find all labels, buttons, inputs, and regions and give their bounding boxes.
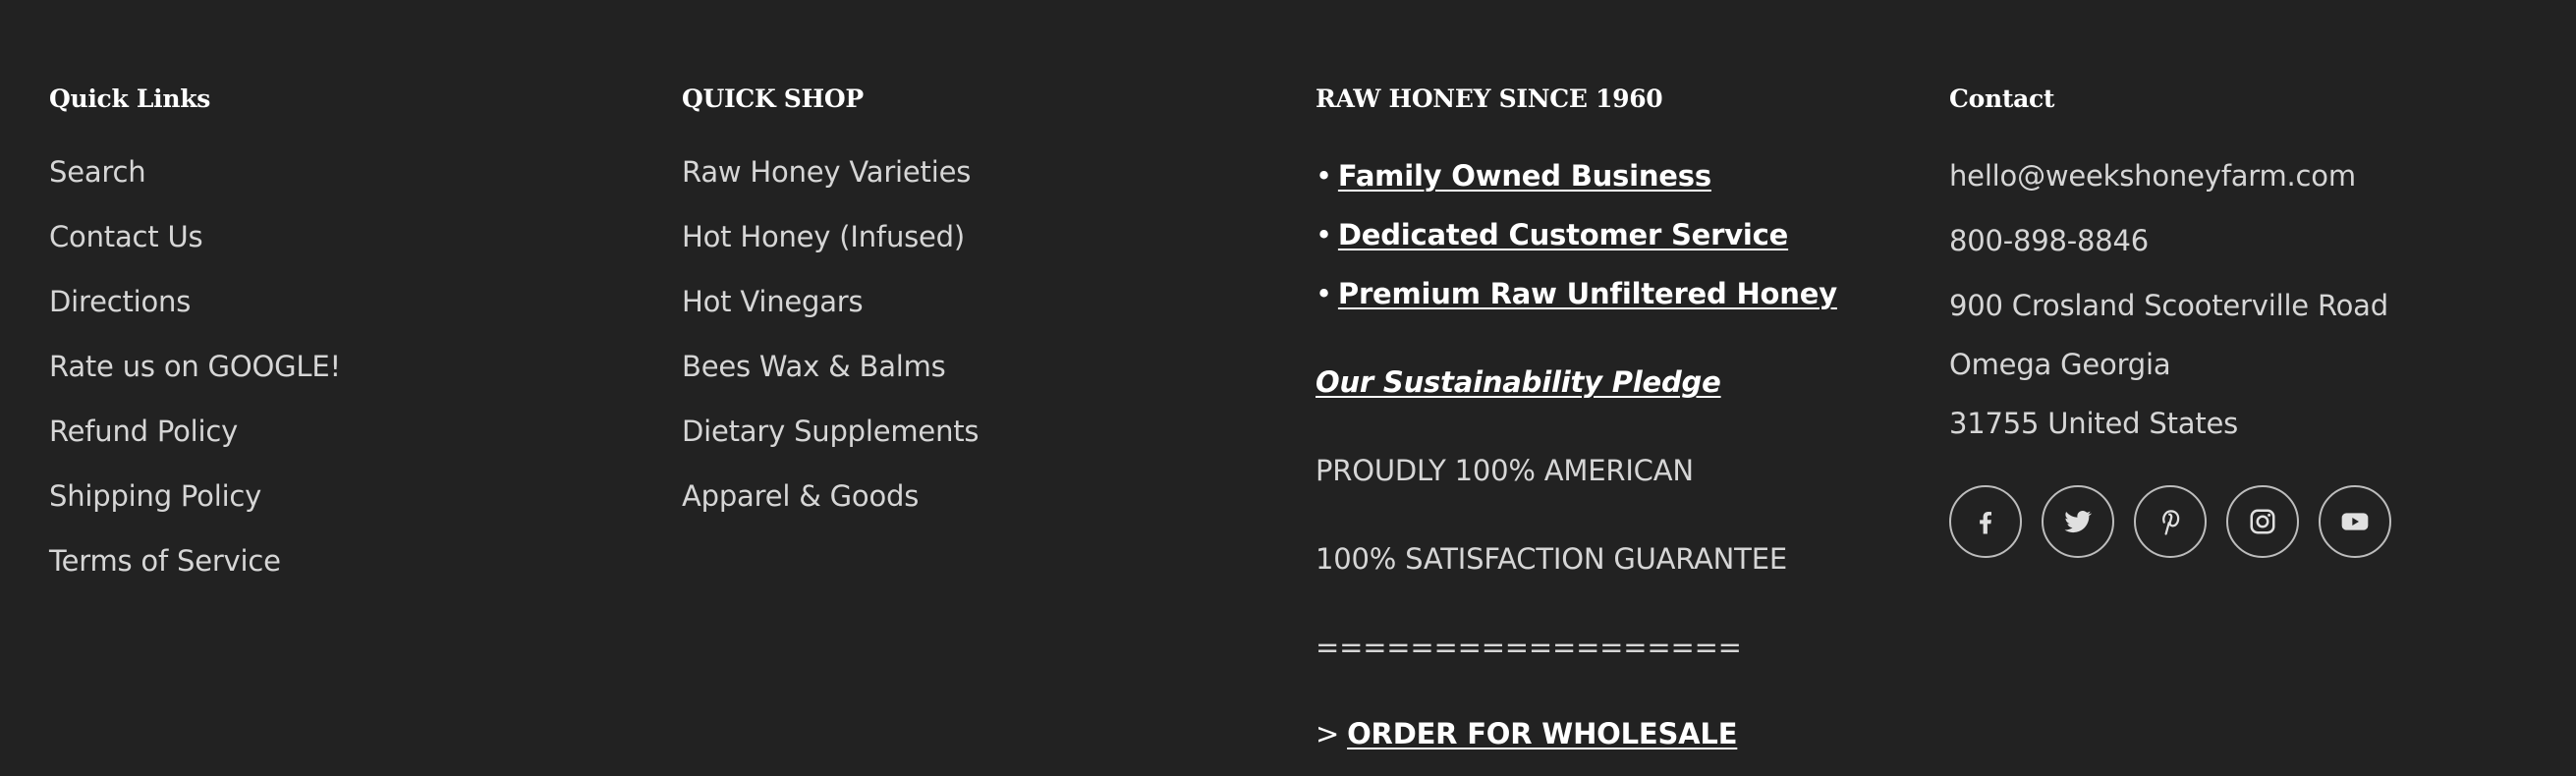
contact-us-link[interactable]: Contact Us — [49, 220, 203, 253]
quick-links-column: Quick Links Search Contact Us Directions… — [49, 83, 639, 578]
bullet-dot: • — [1316, 277, 1332, 310]
address-line-1: 900 Crosland Scooterville Road — [1949, 289, 2388, 322]
bees-wax-balms-link[interactable]: Bees Wax & Balms — [682, 350, 946, 383]
phone-link[interactable]: 800-898-8846 — [1949, 224, 2149, 257]
list-item: Apparel & Goods — [682, 479, 979, 544]
pledge-row: Our Sustainability Pledge — [1316, 365, 1721, 399]
list-item: Raw Honey Varieties — [682, 155, 979, 220]
search-link[interactable]: Search — [49, 155, 146, 189]
guarantee-text: 100% SATISFACTION GUARANTEE — [1316, 542, 1787, 576]
list-item: Terms of Service — [49, 544, 341, 609]
list-item: Hot Vinegars — [682, 285, 979, 350]
quick-links-heading: Quick Links — [49, 84, 211, 113]
raw-honey-varieties-link[interactable]: Raw Honey Varieties — [682, 155, 971, 189]
list-item: Contact Us — [49, 220, 341, 285]
quick-shop-column: QUICK SHOP Raw Honey Varieties Hot Honey… — [682, 83, 1271, 513]
pinterest-icon — [2156, 507, 2185, 536]
bullet-item: • Family Owned Business — [1316, 159, 1711, 193]
youtube-button[interactable] — [2319, 485, 2391, 558]
dietary-supplements-link[interactable]: Dietary Supplements — [682, 415, 980, 448]
wholesale-prefix: > — [1316, 717, 1340, 750]
hot-vinegars-link[interactable]: Hot Vinegars — [682, 285, 864, 318]
list-item: Directions — [49, 285, 341, 350]
rate-us-google-link[interactable]: Rate us on GOOGLE! — [49, 350, 341, 383]
family-owned-link[interactable]: Family Owned Business — [1338, 159, 1711, 193]
shipping-policy-link[interactable]: Shipping Policy — [49, 479, 261, 513]
facebook-button[interactable] — [1949, 485, 2022, 558]
youtube-icon — [2339, 506, 2371, 537]
american-text: PROUDLY 100% AMERICAN — [1316, 454, 1694, 487]
order-wholesale-link[interactable]: ORDER FOR WHOLESALE — [1347, 717, 1737, 750]
site-footer: Quick Links Search Contact Us Directions… — [0, 0, 2576, 776]
list-item: Refund Policy — [49, 415, 341, 479]
premium-honey-link[interactable]: Premium Raw Unfiltered Honey — [1338, 277, 1837, 310]
apparel-goods-link[interactable]: Apparel & Goods — [682, 479, 919, 513]
address-line-3: 31755 United States — [1949, 407, 2239, 440]
instagram-icon — [2248, 507, 2277, 536]
email-link[interactable]: hello@weekshoneyfarm.com — [1949, 159, 2356, 193]
twitter-icon — [2062, 506, 2094, 537]
sustainability-pledge-link[interactable]: Our Sustainability Pledge — [1316, 365, 1721, 399]
bullet-item: • Dedicated Customer Service — [1316, 218, 1788, 251]
bullet-dot: • — [1316, 218, 1332, 251]
contact-heading: Contact — [1949, 84, 2055, 113]
address-line-2: Omega Georgia — [1949, 348, 2171, 381]
directions-link[interactable]: Directions — [49, 285, 191, 318]
customer-service-link[interactable]: Dedicated Customer Service — [1338, 218, 1788, 251]
quick-links-list: Search Contact Us Directions Rate us on … — [49, 155, 341, 609]
twitter-button[interactable] — [2042, 485, 2114, 558]
about-heading: RAW HONEY SINCE 1960 — [1316, 84, 1663, 113]
list-item: Dietary Supplements — [682, 415, 980, 479]
bullet-dot: • — [1316, 159, 1332, 193]
instagram-button[interactable] — [2226, 485, 2299, 558]
hot-honey-link[interactable]: Hot Honey (Infused) — [682, 220, 965, 253]
list-item: Bees Wax & Balms — [682, 350, 979, 415]
list-item: Shipping Policy — [49, 479, 341, 544]
list-item: Hot Honey (Infused) — [682, 220, 979, 285]
bullet-item: • Premium Raw Unfiltered Honey — [1316, 277, 1837, 310]
list-item: Rate us on GOOGLE! — [49, 350, 341, 415]
facebook-icon — [1971, 507, 2000, 536]
refund-policy-link[interactable]: Refund Policy — [49, 415, 238, 448]
pinterest-button[interactable] — [2134, 485, 2207, 558]
social-links — [1949, 485, 2391, 558]
quick-shop-heading: QUICK SHOP — [682, 84, 864, 113]
wholesale-row: > ORDER FOR WHOLESALE — [1316, 717, 1738, 750]
about-column: RAW HONEY SINCE 1960 • Family Owned Busin… — [1316, 83, 1925, 750]
terms-of-service-link[interactable]: Terms of Service — [49, 544, 281, 578]
list-item: Search — [49, 155, 341, 220]
divider-text: ================== — [1316, 631, 1742, 664]
quick-shop-list: Raw Honey Varieties Hot Honey (Infused) … — [682, 155, 980, 544]
contact-column: Contact hello@weekshoneyfarm.com 800-898… — [1949, 83, 2558, 558]
